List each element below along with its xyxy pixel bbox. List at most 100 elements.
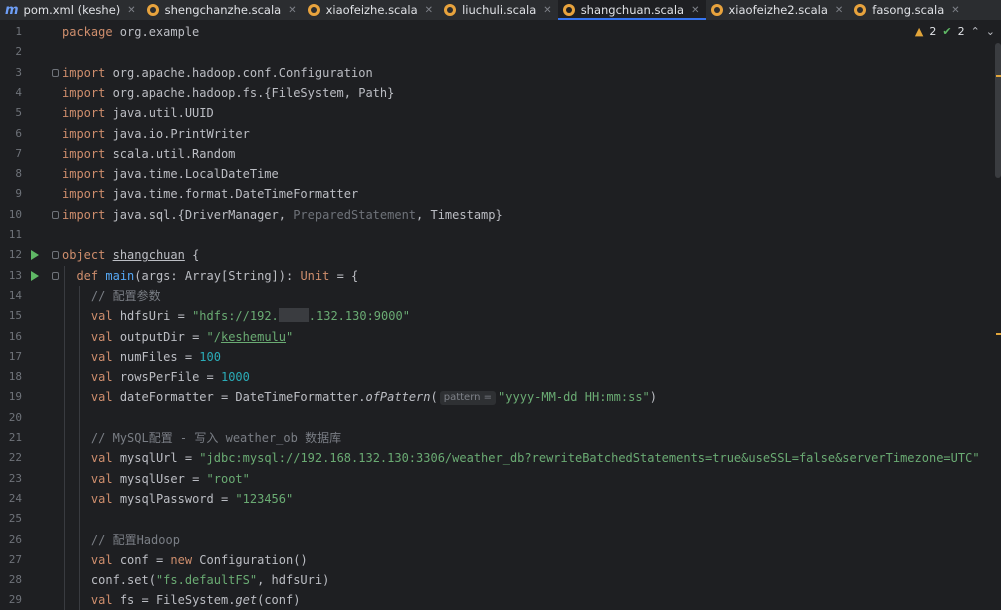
code-line[interactable]: package org.example: [62, 22, 199, 42]
line-number: 5: [15, 106, 22, 120]
tab-liuchuli-scala[interactable]: liuchuli.scala ✕: [439, 0, 558, 20]
code-token: def: [76, 268, 99, 283]
code-line[interactable]: import java.util.UUID: [62, 103, 214, 123]
code-line[interactable]: import org.apache.hadoop.conf.Configurat…: [62, 63, 373, 83]
code-token: import: [62, 167, 106, 182]
code-line[interactable]: val mysqlUrl = "jdbc:mysql://192.168.132…: [62, 448, 980, 468]
inspection-widget[interactable]: ▲ 2 ✔ 2 ⌃ ⌄: [914, 25, 995, 38]
code-token: java.time.LocalDateTime: [105, 167, 279, 182]
code-token: org.example: [112, 25, 200, 39]
tab-label: xiaofeizhe.scala: [325, 3, 418, 17]
code-line[interactable]: import java.time.format.DateTimeFormatte…: [62, 184, 358, 204]
tab-pom-xml-keshe[interactable]: m pom.xml (keshe) ✕: [0, 0, 142, 20]
fold-icon[interactable]: [52, 251, 59, 260]
code-line[interactable]: val outputDir = "/keshemulu": [62, 327, 293, 347]
code-line[interactable]: def main(args: Array[String]): Unit = {: [62, 266, 358, 286]
code-line[interactable]: val hdfsUri = "hdfs://192. .132.130:9000": [62, 306, 410, 326]
scala-object-icon: [444, 4, 457, 16]
tab-xiaofeizhe-scala[interactable]: xiaofeizhe.scala ✕: [303, 0, 439, 20]
code-line[interactable]: import scala.util.Random: [62, 144, 235, 164]
line-number: 1: [15, 25, 22, 38]
code-token: "/: [206, 329, 221, 344]
code-line[interactable]: val rowsPerFile = 1000: [62, 367, 250, 387]
close-icon[interactable]: ✕: [951, 5, 959, 16]
code-line[interactable]: object shangchuan {: [62, 245, 199, 265]
code-line[interactable]: val mysqlUser = "root": [62, 469, 250, 489]
tab-shangchuan-scala[interactable]: shangchuan.scala ✕: [557, 0, 706, 20]
code-token: new: [170, 552, 193, 567]
redacted-region: [278, 308, 309, 323]
fold-icon[interactable]: [52, 210, 59, 219]
code-token: import: [62, 85, 106, 100]
tab-xiaofeizhe2-scala[interactable]: xiaofeizhe2.scala ✕: [706, 0, 850, 20]
code-token: val: [90, 471, 113, 486]
line-number: 14: [8, 288, 22, 302]
code-line[interactable]: val numFiles = 100: [62, 347, 221, 367]
code-line[interactable]: import java.time.LocalDateTime: [62, 164, 279, 184]
close-icon[interactable]: ✕: [543, 5, 551, 16]
code-line[interactable]: conf.set("fs.defaultFS", hdfsUri): [62, 570, 329, 590]
line-number: 10: [8, 207, 22, 221]
code-token: val: [90, 593, 113, 608]
run-gutter-icon[interactable]: [31, 250, 39, 261]
code-token: val: [90, 451, 113, 466]
line-number: 15: [8, 309, 22, 323]
code-line[interactable]: val conf = new Configuration(): [62, 550, 308, 570]
warning-count: 2: [929, 25, 937, 38]
code-token: java.sql.{DriverManager,: [105, 207, 294, 222]
code-editor[interactable]: 1 2 3 4 5 6 7 8 9 10 11 12 13 14 15 16 17 18 19 20 21 22 23 24 2…: [0, 21, 1001, 610]
line-number: 22: [8, 451, 22, 465]
scroll-marker-warning[interactable]: [996, 333, 1001, 335]
code-token: package: [62, 25, 113, 39]
code-line[interactable]: val fs = FileSystem.get(conf): [62, 590, 301, 610]
scala-object-icon: [854, 4, 867, 16]
code-token: scala.util.Random: [105, 146, 236, 161]
code-line[interactable]: // MySQL配置 - 写入 weather_ob 数据库: [62, 428, 341, 448]
fold-icon[interactable]: [52, 68, 59, 77]
line-number: 23: [8, 471, 22, 485]
previous-highlight-icon[interactable]: ⌃: [971, 25, 980, 38]
code-area[interactable]: package org.example import org.apache.had…: [62, 21, 1001, 610]
code-line[interactable]: // 配置参数: [62, 286, 161, 306]
code-token: import: [62, 146, 106, 161]
code-token: object: [62, 248, 106, 263]
code-token: outputDir =: [112, 329, 207, 344]
next-highlight-icon[interactable]: ⌄: [986, 25, 995, 38]
vertical-scrollbar-thumb[interactable]: [995, 43, 1001, 178]
code-line[interactable]: import org.apache.hadoop.fs.{FileSystem,…: [62, 83, 394, 103]
code-token: "123456": [235, 491, 294, 506]
code-token: import: [62, 126, 106, 141]
code-token: , Timestamp}: [416, 207, 503, 222]
close-icon[interactable]: ✕: [288, 5, 296, 16]
code-token: 1000: [220, 370, 250, 385]
close-icon[interactable]: ✕: [425, 5, 433, 16]
fold-icon[interactable]: [52, 271, 59, 280]
tab-shengchanzhe-scala[interactable]: shengchanzhe.scala ✕: [142, 0, 303, 20]
code-token: get: [235, 593, 258, 608]
scala-object-icon: [562, 4, 575, 16]
code-token: (conf): [257, 593, 301, 608]
code-token: main: [105, 268, 135, 283]
run-gutter-icon[interactable]: [31, 270, 39, 281]
close-icon[interactable]: ✕: [127, 5, 135, 16]
code-token: import: [62, 65, 106, 80]
scroll-marker-warning[interactable]: [996, 75, 1001, 77]
code-token: hdfsUri =: [112, 309, 193, 324]
code-line[interactable]: val mysqlPassword = "123456": [62, 489, 293, 509]
code-line[interactable]: import java.sql.{DriverManager, Prepared…: [62, 205, 503, 225]
close-icon[interactable]: ✕: [835, 5, 843, 16]
code-token: java.util.UUID: [105, 106, 214, 121]
code-token: .132.130:9000": [308, 309, 410, 324]
code-token: // 配置参数: [90, 288, 161, 303]
code-line[interactable]: import java.io.PrintWriter: [62, 124, 250, 144]
code-token: (args: Array[String]):: [134, 268, 301, 283]
tab-fasong-scala[interactable]: fasong.scala ✕: [849, 0, 965, 20]
code-line[interactable]: val dateFormatter = DateTimeFormatter.of…: [62, 387, 657, 407]
close-icon[interactable]: ✕: [691, 5, 699, 16]
code-token: ): [649, 390, 657, 405]
